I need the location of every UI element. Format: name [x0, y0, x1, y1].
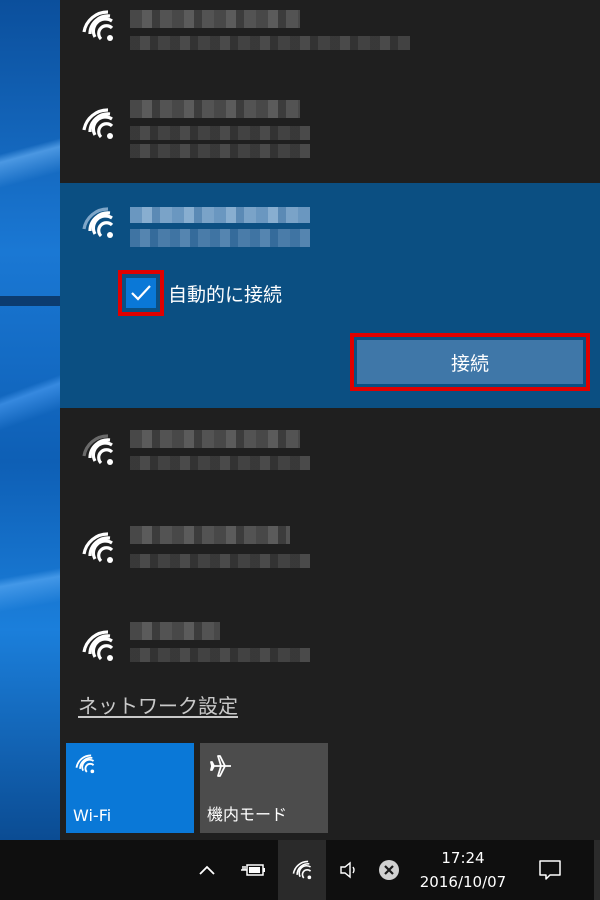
network-status-redacted	[130, 554, 310, 568]
wifi-icon	[75, 754, 95, 774]
selected-network-item[interactable]: 自動的に接続 接続	[60, 183, 600, 408]
network-status-redacted	[130, 126, 310, 140]
clock-date: 2016/10/07	[419, 873, 507, 891]
wifi-quick-action-tile[interactable]: Wi-Fi	[66, 743, 194, 833]
action-center-icon	[539, 860, 561, 880]
show-hidden-icons-button[interactable]	[192, 840, 222, 900]
network-tray-button[interactable]	[278, 840, 326, 900]
network-settings-link[interactable]: ネットワーク設定	[78, 690, 238, 719]
taskbar: 17:24 2016/10/07	[0, 840, 600, 900]
desktop-wallpaper	[0, 0, 60, 840]
wifi-tile-label: Wi-Fi	[73, 806, 112, 825]
network-name-redacted	[130, 622, 220, 640]
action-center-button[interactable]	[530, 840, 570, 900]
network-status-redacted	[130, 144, 310, 158]
airplane-mode-tile[interactable]: 機内モード	[200, 743, 328, 833]
network-item[interactable]	[60, 608, 600, 698]
battery-plug-icon	[241, 864, 265, 876]
airplane-icon	[210, 755, 231, 777]
wifi-icon	[292, 860, 312, 880]
auto-connect-label: 自動的に接続	[168, 283, 283, 306]
network-item[interactable]	[60, 412, 600, 502]
network-item[interactable]	[60, 0, 600, 90]
auto-connect-checkbox[interactable]	[126, 278, 156, 308]
wifi-signal-icon	[82, 630, 114, 661]
network-status-redacted	[130, 36, 410, 50]
connect-button[interactable]: 接続	[357, 340, 583, 384]
network-name-redacted	[130, 207, 310, 223]
network-status-redacted	[130, 456, 310, 470]
power-tray-button[interactable]	[238, 840, 268, 900]
speaker-icon	[340, 861, 355, 879]
close-circle-icon	[379, 860, 399, 880]
clock-time: 17:24	[441, 849, 485, 867]
network-name-redacted	[130, 100, 300, 118]
network-status-redacted	[130, 648, 310, 662]
network-item[interactable]	[60, 510, 600, 600]
auto-connect-row[interactable]: 自動的に接続	[118, 270, 283, 316]
notification-error-button[interactable]	[374, 840, 404, 900]
wifi-signal-icon	[82, 434, 114, 465]
network-flyout: 自動的に接続 接続 ネットワーク設定 Wi-Fi 機内モード	[60, 0, 600, 840]
network-status-redacted	[130, 229, 310, 247]
network-name-redacted	[130, 526, 290, 544]
network-name-redacted	[130, 10, 300, 28]
chevron-up-icon	[199, 865, 215, 875]
airplane-tile-label: 機内モード	[207, 805, 288, 824]
wifi-signal-icon	[82, 10, 114, 41]
connect-button-highlight: 接続	[350, 333, 590, 391]
wallpaper-stripe	[0, 296, 60, 306]
volume-tray-button[interactable]	[334, 840, 364, 900]
wifi-signal-icon	[82, 207, 114, 238]
checkmark-icon	[131, 285, 151, 301]
wifi-signal-icon	[82, 532, 114, 563]
show-desktop-button[interactable]	[594, 840, 600, 900]
network-item[interactable]	[60, 92, 600, 182]
taskbar-clock[interactable]: 17:24 2016/10/07	[408, 846, 518, 894]
auto-connect-highlight	[118, 270, 164, 316]
network-name-redacted	[130, 430, 300, 448]
wifi-signal-icon	[82, 108, 114, 139]
